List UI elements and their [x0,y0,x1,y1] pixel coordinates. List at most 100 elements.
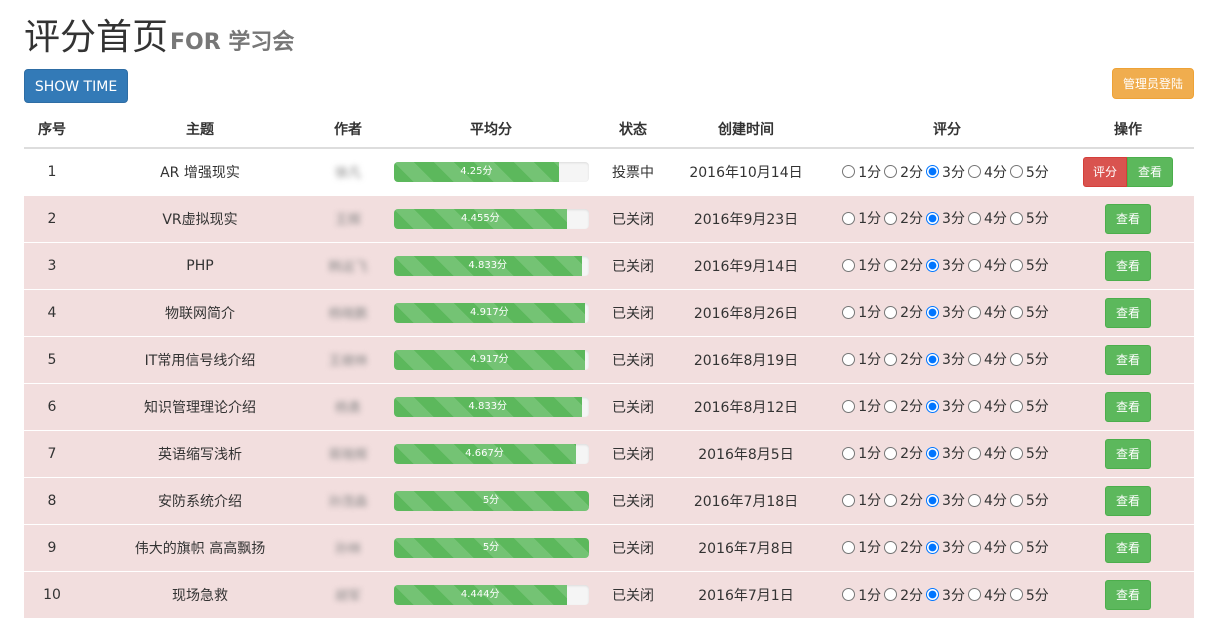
rating-radio[interactable] [1009,258,1023,272]
rating-radio[interactable] [884,211,898,225]
rating-radio[interactable] [884,493,898,507]
rating-option[interactable]: 1分 [842,162,881,182]
rating-option[interactable]: 3分 [926,537,965,557]
rating-option[interactable]: 3分 [926,396,965,416]
rating-radio[interactable] [1009,540,1023,554]
rating-radio[interactable] [842,258,856,272]
rating-radio[interactable] [884,165,898,178]
rating-option[interactable]: 5分 [1009,162,1049,182]
view-button[interactable]: 查看 [1104,579,1151,610]
rating-option[interactable]: 5分 [1009,208,1049,228]
rating-option[interactable]: 5分 [1009,349,1049,369]
view-button[interactable]: 查看 [1104,391,1151,422]
rating-radio[interactable] [926,258,940,272]
rating-option[interactable]: 3分 [926,162,965,182]
rating-radio[interactable] [967,588,981,601]
rating-radio[interactable] [1009,305,1023,319]
rating-radio[interactable] [926,493,940,507]
rating-radio[interactable] [884,258,898,272]
rating-radio[interactable] [967,305,981,319]
rating-option[interactable]: 1分 [842,349,881,369]
rating-option[interactable]: 1分 [842,302,881,322]
rating-radio[interactable] [926,540,940,554]
rating-radio[interactable] [842,493,856,507]
rating-radio[interactable] [884,540,898,554]
rating-option[interactable]: 1分 [842,443,881,463]
rating-option[interactable]: 4分 [967,255,1007,275]
view-button[interactable]: 查看 [1104,438,1151,469]
rating-option[interactable]: 4分 [967,537,1007,557]
view-button[interactable]: 查看 [1104,532,1151,563]
rating-radio[interactable] [926,399,940,413]
rating-radio[interactable] [842,352,856,366]
rating-radio[interactable] [926,446,940,460]
rating-radio[interactable] [926,352,940,366]
rating-radio[interactable] [884,352,898,366]
rating-radio[interactable] [926,165,940,178]
rating-option[interactable]: 5分 [1009,537,1049,557]
rating-option[interactable]: 5分 [1009,396,1049,416]
rating-option[interactable]: 3分 [926,349,965,369]
rating-radio[interactable] [967,446,981,460]
rating-option[interactable]: 2分 [884,255,923,275]
rating-option[interactable]: 1分 [842,585,881,605]
rating-option[interactable]: 1分 [842,255,881,275]
rating-option[interactable]: 5分 [1009,443,1049,463]
rating-option[interactable]: 4分 [967,302,1007,322]
rating-option[interactable]: 1分 [842,396,881,416]
rating-radio[interactable] [842,399,856,413]
rating-option[interactable]: 2分 [884,396,923,416]
rating-option[interactable]: 5分 [1009,490,1049,510]
rating-option[interactable]: 2分 [884,490,923,510]
rating-radio[interactable] [967,399,981,413]
admin-login-button[interactable]: 管理员登陆 [1112,68,1194,99]
rating-option[interactable]: 5分 [1009,302,1049,322]
view-button[interactable]: 查看 [1104,344,1151,375]
rating-option[interactable]: 2分 [884,585,923,605]
rating-radio[interactable] [842,446,856,460]
rating-radio[interactable] [1009,588,1023,601]
rating-radio[interactable] [1009,493,1023,507]
show-time-button[interactable]: SHOW TIME [24,69,128,103]
rating-option[interactable]: 1分 [842,537,881,557]
rating-radio[interactable] [926,588,940,601]
rating-radio[interactable] [967,540,981,554]
rating-radio[interactable] [926,211,940,225]
rating-radio[interactable] [842,211,856,225]
rating-option[interactable]: 4分 [967,585,1007,605]
rating-option[interactable]: 2分 [884,208,923,228]
rating-option[interactable]: 2分 [884,537,923,557]
rating-radio[interactable] [842,588,856,601]
view-button[interactable]: 查看 [1104,250,1151,281]
rating-option[interactable]: 4分 [967,162,1007,182]
rating-option[interactable]: 3分 [926,585,965,605]
view-button[interactable]: 查看 [1104,485,1151,516]
rating-option[interactable]: 2分 [884,443,923,463]
rating-option[interactable]: 2分 [884,349,923,369]
rating-radio[interactable] [842,540,856,554]
view-button[interactable]: 查看 [1104,297,1151,328]
rating-radio[interactable] [1009,352,1023,366]
rating-option[interactable]: 4分 [967,443,1007,463]
rating-option[interactable]: 3分 [926,302,965,322]
rating-radio[interactable] [967,352,981,366]
rating-option[interactable]: 3分 [926,490,965,510]
rating-radio[interactable] [1009,165,1023,178]
rating-radio[interactable] [884,588,898,601]
rating-option[interactable]: 3分 [926,255,965,275]
rate-button[interactable]: 评分 [1082,156,1127,187]
rating-radio[interactable] [967,258,981,272]
rating-option[interactable]: 4分 [967,396,1007,416]
rating-radio[interactable] [1009,211,1023,225]
rating-radio[interactable] [884,446,898,460]
rating-option[interactable]: 1分 [842,490,881,510]
rating-radio[interactable] [967,165,981,178]
rating-option[interactable]: 2分 [884,302,923,322]
rating-option[interactable]: 5分 [1009,255,1049,275]
rating-option[interactable]: 3分 [926,443,965,463]
rating-radio[interactable] [926,305,940,319]
rating-radio[interactable] [884,305,898,319]
rating-radio[interactable] [884,399,898,413]
rating-radio[interactable] [1009,446,1023,460]
rating-option[interactable]: 4分 [967,349,1007,369]
